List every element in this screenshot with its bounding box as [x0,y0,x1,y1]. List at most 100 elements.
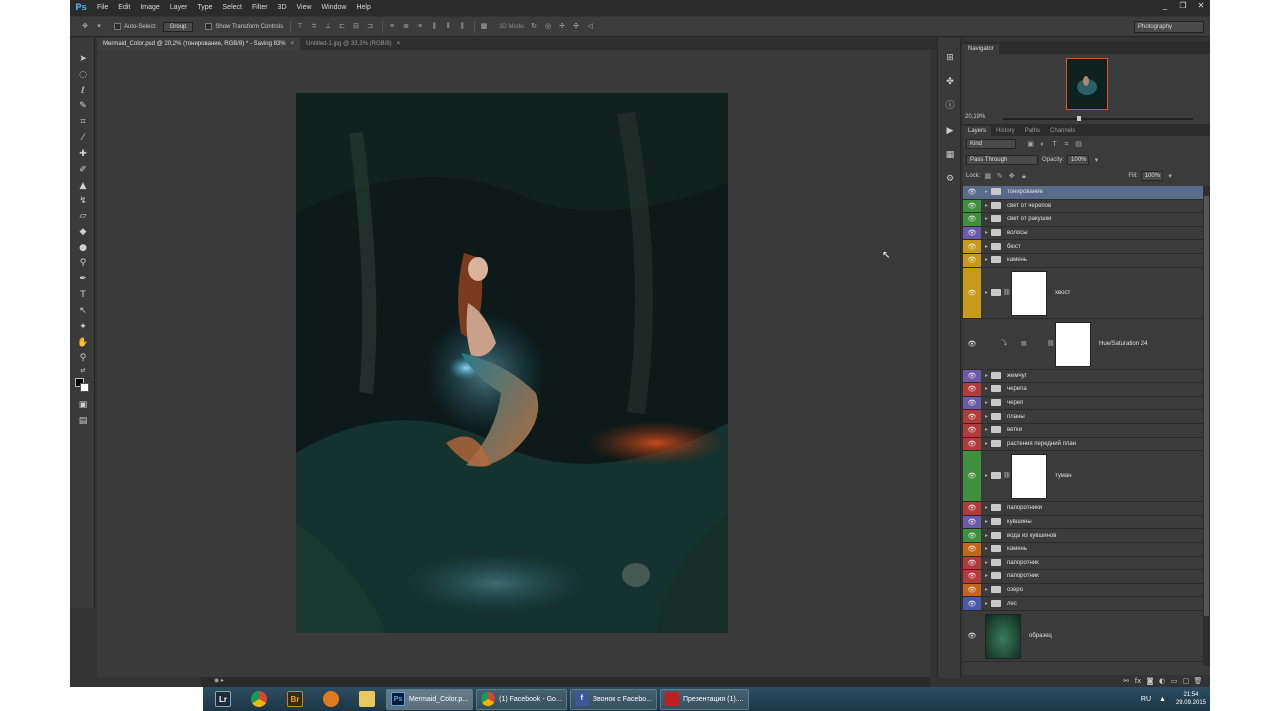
layer-row[interactable]: 👁︎ ▸ ⛓ хвост [963,267,1203,319]
distribute-middle-icon[interactable]: ≣ [401,22,411,32]
align-top-icon[interactable]: ⊤ [295,22,305,32]
3d-scale-icon[interactable]: ◁ [585,22,595,32]
layer-row[interactable]: 👁︎ ⤵ ▤ ⛓ Hue/Saturation 24 [963,318,1203,370]
layer-visibility-toggle[interactable]: 👁︎ [963,597,981,610]
expand-arrow-icon[interactable]: ▸ [985,413,988,421]
dodge-tool-icon[interactable]: ⚲ [75,256,91,270]
expand-arrow-icon[interactable]: ▸ [985,572,988,580]
layer-visibility-toggle[interactable]: 👁︎ [963,543,981,556]
tab-channels[interactable]: Channels [1045,126,1080,136]
filter-smart-icon[interactable]: ▤ [1074,140,1083,149]
menu-image[interactable]: Image [135,0,164,16]
brush-tool-icon[interactable]: ✐ [75,163,91,177]
lock-position-icon[interactable]: ✥ [1007,172,1016,181]
layer-visibility-toggle[interactable]: 👁︎ [963,529,981,542]
layer-row[interactable]: 👁︎ ▸ папоротник [963,556,1203,571]
info-icon[interactable]: ⓘ [944,100,956,112]
screen-mode-icon[interactable]: ▤ [75,414,91,428]
expand-arrow-icon[interactable]: ▸ [985,472,988,480]
expand-arrow-icon[interactable]: ▸ [985,202,988,210]
new-adjustment-icon[interactable]: ◐ [1156,676,1168,686]
layer-visibility-toggle[interactable]: 👁︎ [963,424,981,437]
tab-paths[interactable]: Paths [1020,126,1045,136]
status-icon[interactable]: ◉ ▸ [214,678,224,684]
auto-select-checkbox[interactable] [114,23,121,30]
minimize-button[interactable]: _ [1156,0,1174,14]
layer-mask-thumbnail[interactable] [1055,321,1091,367]
brushes-icon[interactable]: ✤ [944,76,956,88]
layer-row[interactable]: 👁︎ ▸ волосы [963,226,1203,241]
canvas-image[interactable] [296,93,728,633]
3d-roll-icon[interactable]: ◎ [543,22,553,32]
quick-select-tool-icon[interactable]: ✎ [75,99,91,113]
layer-row[interactable]: 👁︎ ▸ ветки [963,424,1203,438]
histogram-icon[interactable]: ⊞ [944,52,956,64]
chevron-down-icon[interactable]: ▾ [94,22,104,32]
layer-thumbnail[interactable] [985,614,1021,659]
layer-row[interactable]: 👁︎ ▸ вода из кувшинов [963,529,1203,543]
swap-colors-icon[interactable]: ⇄ [75,364,91,378]
blend-mode-dropdown[interactable]: Pass Through [966,155,1038,165]
distribute-right-icon[interactable]: ⫼ [457,22,467,32]
fill-chevron-icon[interactable]: ▾ [1166,172,1175,181]
align-bottom-icon[interactable]: ⊥ [323,22,333,32]
layer-row[interactable]: 👁︎ ▸ камень [963,254,1203,268]
hand-tool-icon[interactable]: ✋ [75,336,91,350]
menu-help[interactable]: Help [351,0,375,16]
layer-row[interactable]: 👁︎ ▸ озеро [963,583,1203,598]
layer-row[interactable]: 👁︎ ▸ папоротник [963,570,1203,584]
auto-align-icon[interactable]: ▦ [479,22,489,32]
layer-visibility-toggle[interactable]: 👁︎ [963,502,981,515]
new-group-icon[interactable]: ▭ [1168,676,1180,686]
opacity-chevron-icon[interactable]: ▾ [1092,156,1101,165]
move-tool-preset-icon[interactable]: ✥ [80,22,90,32]
layer-visibility-toggle[interactable]: 👁︎ [963,570,981,583]
auto-select-target-dropdown[interactable]: Group [162,21,194,32]
expand-arrow-icon[interactable]: ▸ [985,243,988,251]
healing-brush-tool-icon[interactable]: ✚ [75,147,91,161]
taskbar-chrome[interactable] [243,688,275,710]
expand-arrow-icon[interactable]: ▸ [985,518,988,526]
zoom-tool-icon[interactable]: ⚲ [75,351,91,365]
filter-adjustment-icon[interactable]: ◐ [1038,140,1047,149]
task-facebook-call[interactable]: f Звонок с Facebo... [569,688,657,710]
menu-window[interactable]: Window [317,0,352,16]
layers-scrollbar[interactable] [1203,186,1210,666]
filter-type-icon[interactable]: T [1050,140,1059,149]
add-mask-icon[interactable]: ◙ [1144,676,1156,686]
distribute-top-icon[interactable]: ≡ [387,22,397,32]
layer-row[interactable]: 👁︎ ▸ кувшины [963,515,1203,530]
align-right-icon[interactable]: ⊐ [365,22,375,32]
layer-visibility-toggle[interactable]: 👁︎ [963,226,981,240]
layer-visibility-toggle[interactable]: 👁︎ [963,451,981,502]
expand-arrow-icon[interactable]: ▸ [985,586,988,594]
lasso-tool-icon[interactable]: ℓ [75,84,91,98]
expand-arrow-icon[interactable]: ▸ [985,399,988,407]
eyedropper-tool-icon[interactable]: ⁄ [75,131,91,145]
layer-visibility-toggle[interactable]: 👁︎ [963,396,981,410]
3d-drag-icon[interactable]: ✢ [557,22,567,32]
layer-row[interactable]: 👁︎ ▸ бюст [963,240,1203,254]
layer-visibility-toggle[interactable]: 👁︎ [963,556,981,570]
tab-navigator[interactable]: Navigator [963,44,999,54]
delete-layer-icon[interactable]: 🗑︎ [1192,676,1204,686]
layer-row[interactable]: 👁︎ ▸ тонирование [963,186,1203,200]
canvas-area[interactable] [97,50,930,677]
lock-image-icon[interactable]: ✎ [995,172,1004,181]
layer-visibility-toggle[interactable]: 👁︎ [963,213,981,226]
navigator-thumbnail[interactable] [1066,58,1108,110]
task-pdf[interactable]: Презентация (1).... [659,688,749,710]
layer-row[interactable]: 👁︎ ▸ растения передний план [963,437,1203,452]
layer-row[interactable]: 👁︎ образец [963,611,1203,662]
clock[interactable]: 21:54 29.09.2015 [1176,691,1206,707]
layer-visibility-toggle[interactable]: 👁︎ [963,410,981,423]
layer-row[interactable]: 👁︎ ▸ свет от черепов [963,199,1203,214]
layer-row[interactable]: 👁︎ ▸ свет от ракушки [963,213,1203,227]
layer-visibility-toggle[interactable]: 👁︎ [963,254,981,267]
layer-visibility-toggle[interactable]: 👁︎ [963,515,981,529]
path-select-tool-icon[interactable]: ↖ [75,304,91,318]
layer-visibility-toggle[interactable]: 👁︎ [963,199,981,213]
layer-visibility-toggle[interactable]: 👁︎ [963,186,981,199]
clone-stamp-tool-icon[interactable]: ▲ [75,179,91,193]
lock-all-icon[interactable]: 🔒︎ [1019,172,1028,181]
